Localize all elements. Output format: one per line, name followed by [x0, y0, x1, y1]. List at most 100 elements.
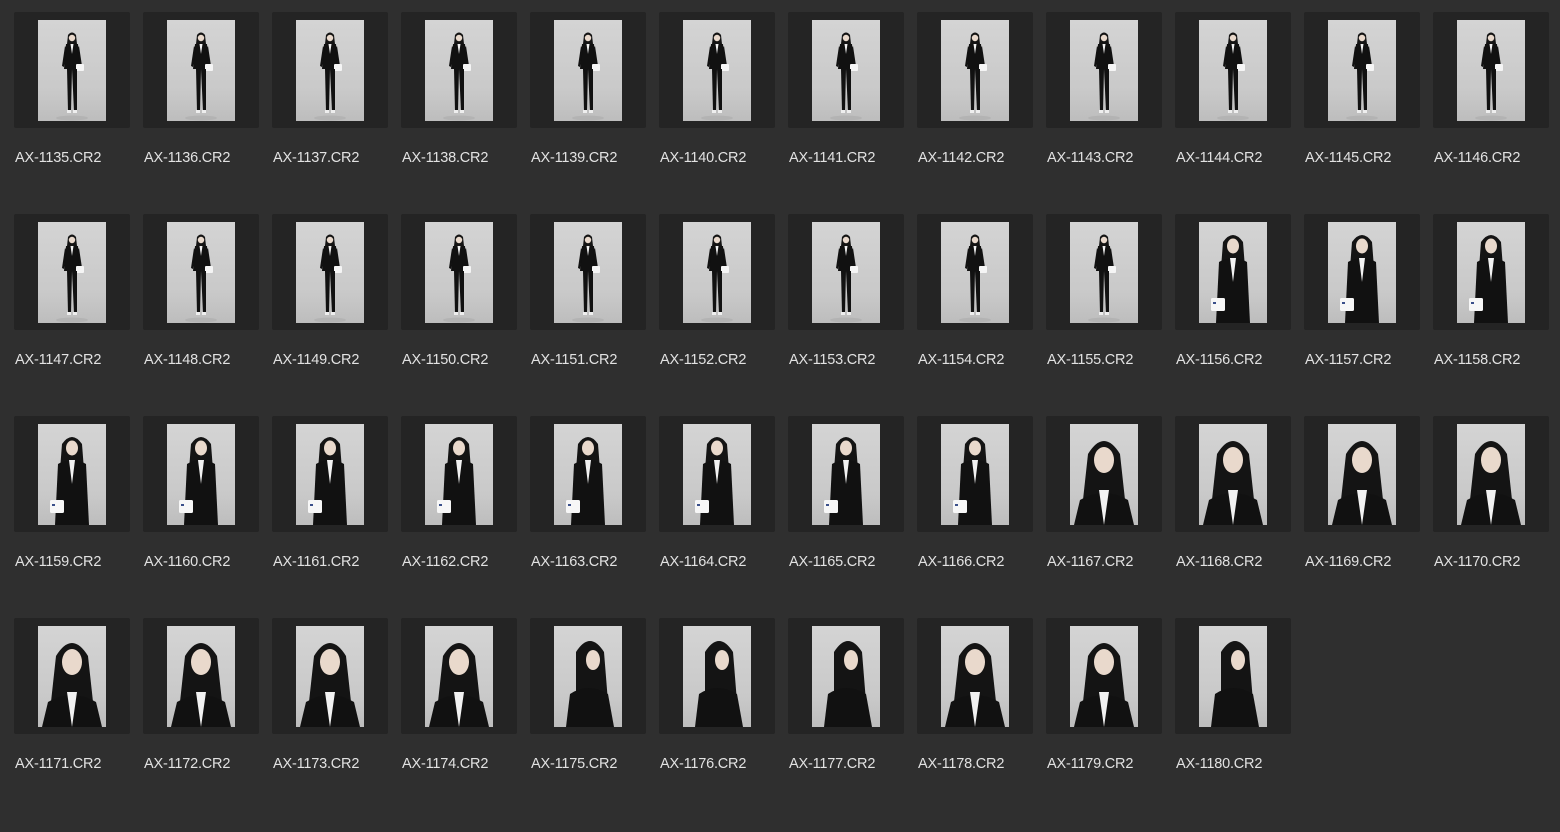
file-tile[interactable]: AX-1179.CR2 — [1046, 618, 1175, 808]
file-tile[interactable]: AX-1180.CR2 — [1175, 618, 1304, 808]
file-tile[interactable]: AX-1175.CR2 — [530, 618, 659, 808]
file-tile[interactable]: AX-1177.CR2 — [788, 618, 917, 808]
file-tile[interactable]: AX-1173.CR2 — [272, 618, 401, 808]
thumbnail[interactable] — [1175, 618, 1291, 734]
thumbnail[interactable] — [272, 618, 388, 734]
thumbnail[interactable] — [917, 618, 1033, 734]
file-tile[interactable]: AX-1158.CR2 — [1433, 214, 1560, 404]
file-tile[interactable]: AX-1141.CR2 — [788, 12, 917, 202]
thumbnail[interactable] — [1304, 416, 1420, 532]
thumbnail[interactable] — [272, 416, 388, 532]
thumbnail[interactable] — [14, 416, 130, 532]
file-tile[interactable]: AX-1167.CR2 — [1046, 416, 1175, 606]
file-tile[interactable]: AX-1170.CR2 — [1433, 416, 1560, 606]
file-tile[interactable]: AX-1155.CR2 — [1046, 214, 1175, 404]
thumbnail[interactable] — [272, 214, 388, 330]
thumbnail[interactable] — [1175, 12, 1291, 128]
file-tile[interactable]: AX-1178.CR2 — [917, 618, 1046, 808]
file-tile[interactable]: AX-1147.CR2 — [14, 214, 143, 404]
photo-preview — [1199, 424, 1267, 525]
file-tile[interactable]: AX-1153.CR2 — [788, 214, 917, 404]
file-tile[interactable]: AX-1164.CR2 — [659, 416, 788, 606]
thumbnail[interactable] — [788, 416, 904, 532]
file-name-label: AX-1173.CR2 — [273, 756, 360, 772]
thumbnail[interactable] — [530, 214, 646, 330]
thumbnail[interactable] — [788, 12, 904, 128]
thumbnail[interactable] — [14, 12, 130, 128]
file-tile[interactable]: AX-1160.CR2 — [143, 416, 272, 606]
thumbnail[interactable] — [272, 12, 388, 128]
thumbnail[interactable] — [659, 214, 775, 330]
file-name-label: AX-1135.CR2 — [15, 150, 102, 166]
file-tile[interactable]: AX-1168.CR2 — [1175, 416, 1304, 606]
file-tile[interactable]: AX-1174.CR2 — [401, 618, 530, 808]
thumbnail[interactable] — [143, 416, 259, 532]
file-tile[interactable]: AX-1139.CR2 — [530, 12, 659, 202]
file-tile[interactable]: AX-1156.CR2 — [1175, 214, 1304, 404]
photo-preview — [812, 626, 880, 727]
thumbnail[interactable] — [1433, 416, 1549, 532]
file-tile[interactable]: AX-1165.CR2 — [788, 416, 917, 606]
photo-preview — [38, 424, 106, 525]
thumbnail[interactable] — [659, 416, 775, 532]
file-tile[interactable]: AX-1149.CR2 — [272, 214, 401, 404]
thumbnail[interactable] — [143, 12, 259, 128]
file-tile[interactable]: AX-1140.CR2 — [659, 12, 788, 202]
thumbnail[interactable] — [1175, 214, 1291, 330]
file-tile[interactable]: AX-1159.CR2 — [14, 416, 143, 606]
thumbnail[interactable] — [401, 618, 517, 734]
thumbnail[interactable] — [14, 214, 130, 330]
file-tile[interactable]: AX-1152.CR2 — [659, 214, 788, 404]
file-tile[interactable]: AX-1143.CR2 — [1046, 12, 1175, 202]
file-tile[interactable]: AX-1136.CR2 — [143, 12, 272, 202]
file-tile[interactable]: AX-1162.CR2 — [401, 416, 530, 606]
thumbnail[interactable] — [14, 618, 130, 734]
file-tile[interactable]: AX-1148.CR2 — [143, 214, 272, 404]
thumbnail[interactable] — [1046, 12, 1162, 128]
file-tile[interactable]: AX-1137.CR2 — [272, 12, 401, 202]
file-tile[interactable]: AX-1154.CR2 — [917, 214, 1046, 404]
thumbnail[interactable] — [788, 214, 904, 330]
thumbnail[interactable] — [1304, 12, 1420, 128]
file-tile[interactable]: AX-1157.CR2 — [1304, 214, 1433, 404]
thumbnail[interactable] — [917, 214, 1033, 330]
thumbnail[interactable] — [1433, 214, 1549, 330]
thumbnail[interactable] — [530, 416, 646, 532]
file-tile[interactable]: AX-1135.CR2 — [14, 12, 143, 202]
file-tile[interactable]: AX-1138.CR2 — [401, 12, 530, 202]
file-tile[interactable]: AX-1169.CR2 — [1304, 416, 1433, 606]
thumbnail[interactable] — [1175, 416, 1291, 532]
photo-preview — [1328, 424, 1396, 525]
file-tile[interactable]: AX-1163.CR2 — [530, 416, 659, 606]
file-tile[interactable]: AX-1150.CR2 — [401, 214, 530, 404]
thumbnail[interactable] — [143, 618, 259, 734]
thumbnail[interactable] — [143, 214, 259, 330]
file-tile[interactable]: AX-1172.CR2 — [143, 618, 272, 808]
thumbnail[interactable] — [1046, 618, 1162, 734]
thumbnail[interactable] — [917, 12, 1033, 128]
thumbnail[interactable] — [401, 416, 517, 532]
thumbnail[interactable] — [659, 618, 775, 734]
file-tile[interactable]: AX-1142.CR2 — [917, 12, 1046, 202]
thumbnail[interactable] — [1433, 12, 1549, 128]
file-name-label: AX-1156.CR2 — [1176, 352, 1263, 368]
file-tile[interactable]: AX-1161.CR2 — [272, 416, 401, 606]
thumbnail[interactable] — [659, 12, 775, 128]
thumbnail[interactable] — [788, 618, 904, 734]
thumbnail[interactable] — [917, 416, 1033, 532]
file-tile[interactable]: AX-1151.CR2 — [530, 214, 659, 404]
photo-preview — [941, 20, 1009, 121]
file-tile[interactable]: AX-1171.CR2 — [14, 618, 143, 808]
file-tile[interactable]: AX-1144.CR2 — [1175, 12, 1304, 202]
thumbnail[interactable] — [401, 214, 517, 330]
thumbnail[interactable] — [530, 12, 646, 128]
thumbnail[interactable] — [1046, 214, 1162, 330]
file-tile[interactable]: AX-1176.CR2 — [659, 618, 788, 808]
thumbnail[interactable] — [1304, 214, 1420, 330]
thumbnail[interactable] — [1046, 416, 1162, 532]
file-tile[interactable]: AX-1166.CR2 — [917, 416, 1046, 606]
thumbnail[interactable] — [401, 12, 517, 128]
file-tile[interactable]: AX-1145.CR2 — [1304, 12, 1433, 202]
thumbnail[interactable] — [530, 618, 646, 734]
file-tile[interactable]: AX-1146.CR2 — [1433, 12, 1560, 202]
